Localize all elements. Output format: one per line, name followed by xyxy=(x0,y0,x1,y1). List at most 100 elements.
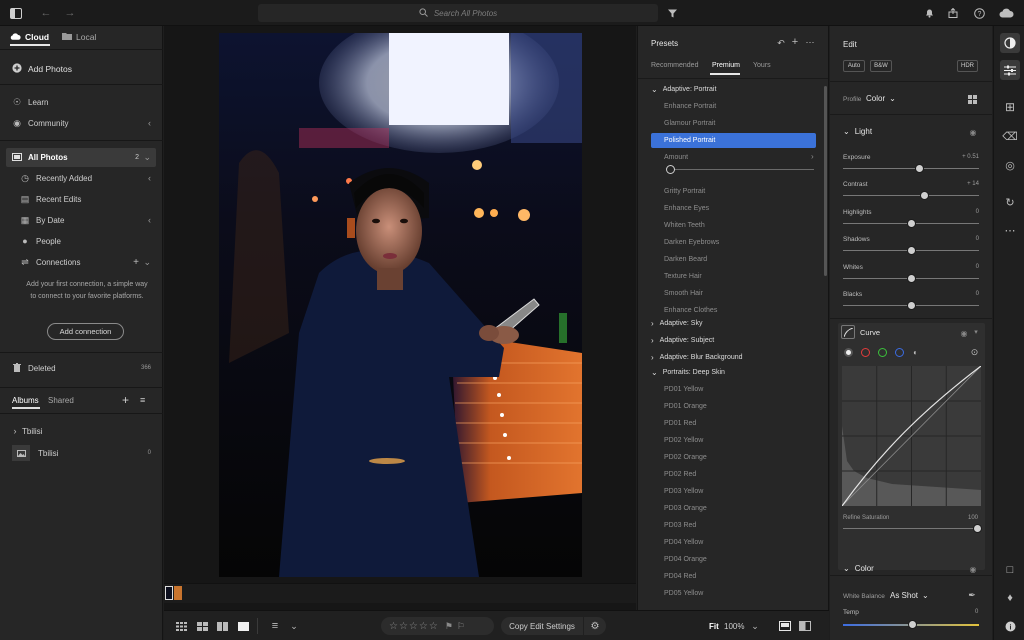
bw-button[interactable]: B&W xyxy=(870,60,892,72)
chevron-right-icon[interactable]: › xyxy=(10,426,20,436)
contrast-slider-knob[interactable] xyxy=(920,191,930,201)
compare-view-icon[interactable] xyxy=(778,619,792,633)
preset-group[interactable]: › Adaptive: Sky xyxy=(651,317,819,330)
help-icon[interactable]: ? xyxy=(972,6,986,20)
main-photo[interactable] xyxy=(219,33,582,577)
curve-icon[interactable] xyxy=(841,325,855,339)
grid-medium-icon[interactable] xyxy=(195,619,209,633)
preset-item[interactable]: PD04 Yellow xyxy=(664,536,828,549)
preset-item[interactable]: Glamour Portrait xyxy=(664,117,828,130)
connections-item[interactable]: ⇌ Connections + ⌄ xyxy=(0,255,163,269)
masking-icon[interactable]: ◎ xyxy=(1000,155,1020,175)
preset-item[interactable]: PD02 Red xyxy=(664,468,828,481)
profile-dropdown[interactable]: Color ⌄ xyxy=(866,94,896,103)
eye-icon[interactable]: ◉ xyxy=(958,328,970,338)
add-album-icon[interactable]: + xyxy=(122,393,129,407)
preset-item[interactable]: PD03 Red xyxy=(664,519,828,532)
chevron-right-icon[interactable]: › xyxy=(811,152,814,161)
import-preset-icon[interactable]: ↶ xyxy=(776,38,786,48)
tab-premium[interactable]: Premium xyxy=(712,62,740,69)
preset-item[interactable]: Darken Eyebrows xyxy=(664,236,828,249)
presets-tool-icon[interactable] xyxy=(1000,33,1020,53)
filmstrip-thumbnail[interactable] xyxy=(174,586,182,600)
profile-browser-icon[interactable] xyxy=(966,93,978,105)
eyedropper-icon[interactable]: ✒ xyxy=(966,589,978,601)
white-balance-dropdown[interactable]: As Shot ⌄ xyxy=(890,591,929,600)
chevron-left-icon[interactable]: ‹ xyxy=(148,173,151,183)
temp-slider-knob[interactable] xyxy=(908,620,917,629)
preset-item[interactable]: PD03 Yellow xyxy=(664,485,828,498)
exposure-slider-knob[interactable] xyxy=(914,164,924,173)
eye-icon[interactable]: ◉ xyxy=(967,564,979,574)
target-adjust-icon[interactable]: ⊙ xyxy=(969,347,980,358)
add-connection-plus-icon[interactable]: + xyxy=(133,257,139,268)
tag-icon[interactable]: ♦ xyxy=(1000,588,1020,608)
curve-channel-red[interactable] xyxy=(861,348,870,357)
by-date-item[interactable]: ▦ By Date ‹ xyxy=(0,213,163,227)
info-icon[interactable]: i xyxy=(1000,616,1020,636)
folder-tbilisi[interactable]: › Tbilisi xyxy=(0,424,163,438)
chevron-down-icon[interactable]: ⌄ xyxy=(288,619,300,633)
recently-added-item[interactable]: ◷ Recently Added ‹ xyxy=(0,171,163,185)
star-rating[interactable]: ☆☆☆☆☆ xyxy=(389,621,439,632)
reject-flag-icon[interactable]: ⚐ xyxy=(457,621,465,632)
preset-item[interactable]: PD03 Orange xyxy=(664,502,828,515)
preset-item[interactable]: Texture Hair xyxy=(664,270,828,283)
history-icon[interactable]: ↻ xyxy=(1000,192,1020,212)
preset-item[interactable]: PD04 Red xyxy=(664,570,828,583)
forward-arrow-icon[interactable]: → xyxy=(62,5,78,21)
before-after-icon[interactable] xyxy=(798,619,812,633)
gear-icon[interactable]: ⚙ xyxy=(584,617,606,635)
preset-item[interactable]: Darken Beard xyxy=(664,253,828,266)
preset-item[interactable]: Whiten Teeth xyxy=(664,219,828,232)
preset-group[interactable]: › Adaptive: Blur Background xyxy=(651,351,819,364)
more-options-icon[interactable]: ⋯ xyxy=(804,37,816,47)
back-arrow-icon[interactable]: ← xyxy=(38,5,54,21)
edit-sliders-icon[interactable] xyxy=(1000,60,1020,80)
hdr-button[interactable]: HDR xyxy=(957,60,978,72)
light-section-header[interactable]: ⌄ Light xyxy=(843,127,872,136)
preset-item[interactable]: PD01 Red xyxy=(664,417,828,430)
chevron-down-icon[interactable]: ⌄ xyxy=(143,257,151,268)
deleted-item[interactable]: Deleted 366 xyxy=(0,361,163,375)
presets-scrollbar[interactable] xyxy=(824,86,827,276)
panel-toggle-icon[interactable] xyxy=(8,5,24,21)
sort-icon[interactable]: ≡ xyxy=(140,395,145,405)
preset-group[interactable]: › Adaptive: Subject xyxy=(651,334,819,347)
preset-item[interactable]: Enhance Clothes xyxy=(664,304,828,317)
bell-icon[interactable] xyxy=(922,6,936,20)
refine-saturation-knob[interactable] xyxy=(973,524,982,533)
more-options-icon[interactable]: ⋯ xyxy=(1000,220,1020,240)
curve-graph[interactable] xyxy=(841,365,982,507)
preset-item[interactable]: Enhance Eyes xyxy=(664,202,828,215)
curve-channel-rgb[interactable] xyxy=(844,348,853,357)
share-icon[interactable] xyxy=(946,6,960,20)
copy-edit-settings-button[interactable]: Copy Edit Settings xyxy=(501,617,583,635)
color-section-header[interactable]: ⌄ Color xyxy=(843,564,874,573)
curve-channel-blue[interactable] xyxy=(895,348,904,357)
grid-large-icon[interactable] xyxy=(215,619,229,633)
people-item[interactable]: ● People xyxy=(0,234,163,248)
highlights-slider-knob[interactable] xyxy=(906,218,916,228)
search-input[interactable]: Search All Photos xyxy=(258,4,658,22)
community-item[interactable]: ◉ Community ‹ xyxy=(0,116,163,130)
group-adaptive-portrait[interactable]: ⌄ Adaptive: Portrait xyxy=(651,83,819,96)
parametric-curve-icon[interactable]: ◐ xyxy=(910,347,921,358)
shadows-slider-knob[interactable] xyxy=(906,246,916,256)
zoom-level[interactable]: 100% xyxy=(724,622,744,631)
amount-slider-knob[interactable] xyxy=(666,165,675,174)
tab-local[interactable]: Local xyxy=(62,32,96,42)
add-photos-button[interactable]: Add Photos xyxy=(0,62,163,76)
preset-item[interactable]: PD05 Yellow xyxy=(664,587,828,600)
tab-cloud[interactable]: Cloud xyxy=(10,32,49,42)
add-preset-icon[interactable]: + xyxy=(790,36,800,48)
grid-small-icon[interactable] xyxy=(174,619,188,633)
crop-icon[interactable]: ⊞ xyxy=(1000,97,1020,117)
chevron-left-icon[interactable]: ‹ xyxy=(148,215,151,225)
album-tbilisi[interactable]: Tbilisi 0 xyxy=(0,444,163,462)
all-photos-row[interactable]: All Photos 2 ⌄ xyxy=(0,150,163,165)
curve-channel-green[interactable] xyxy=(878,348,887,357)
filter-icon[interactable] xyxy=(665,6,679,20)
cloud-icon[interactable] xyxy=(997,6,1015,20)
sort-icon[interactable]: ≡ xyxy=(268,619,282,633)
